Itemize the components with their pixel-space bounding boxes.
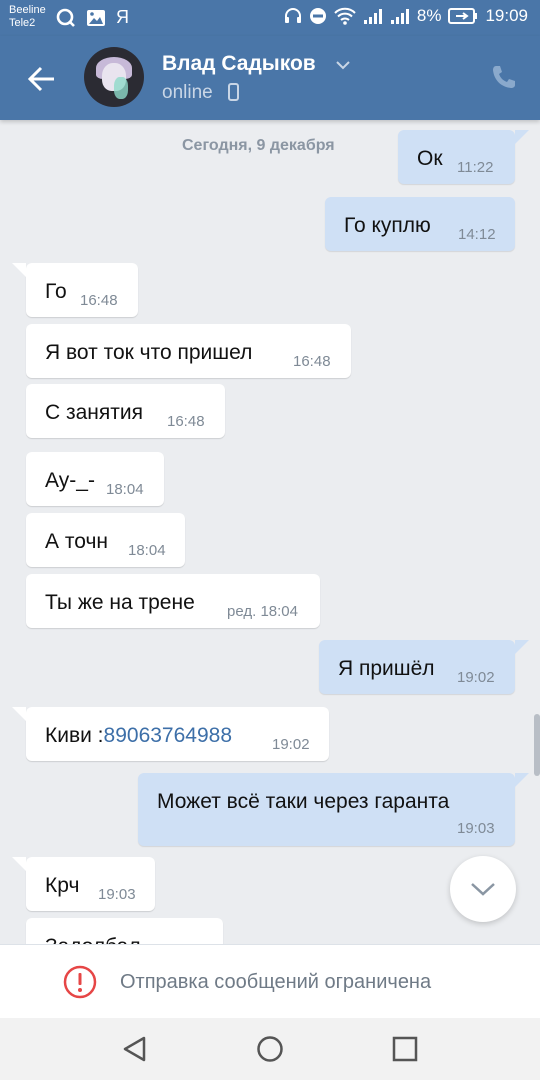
nav-recents-icon[interactable] (392, 1036, 418, 1067)
restriction-message: Отправка сообщений ограничена (120, 971, 432, 993)
gallery-icon (86, 9, 106, 27)
system-status: 8% 19:09 (284, 6, 528, 26)
message-text: Ты же на трене (45, 591, 195, 614)
contact-name[interactable]: Влад Садыков (162, 52, 316, 76)
avatar[interactable] (84, 47, 144, 107)
warning-icon (63, 965, 97, 1004)
message-outgoing[interactable]: Го куплю 14:12 (325, 197, 515, 251)
signal-1-icon (363, 7, 383, 25)
online-status: online (162, 82, 213, 103)
message-time: 16:48 (293, 353, 331, 370)
battery-percent: 8% (416, 6, 442, 25)
bubble-tail (515, 773, 529, 787)
wifi-icon (334, 7, 356, 25)
notification-icons: Я (56, 7, 129, 28)
message-text: С занятия (45, 401, 143, 424)
chevron-down-icon[interactable] (335, 58, 351, 76)
message-text: Ау-_- (45, 469, 95, 492)
message-time: 19:02 (272, 736, 310, 753)
message-text: Ок (417, 147, 443, 170)
battery-charging-icon (448, 8, 478, 24)
avatar-accent (114, 77, 128, 99)
message-outgoing[interactable]: Может всё таки через гаранта 19:03 (138, 773, 515, 846)
carrier-2: Tele2 (9, 17, 36, 29)
scrollbar[interactable] (534, 714, 540, 776)
message-text: Может всё таки через гаранта (157, 790, 450, 813)
message-time: 19:03 (98, 886, 136, 903)
message-incoming[interactable]: Задолбал (26, 918, 223, 944)
message-time: 19:02 (457, 669, 495, 686)
message-text: Я пришёл (338, 657, 435, 680)
message-incoming[interactable]: Ты же на трене ред. 18:04 (26, 574, 320, 628)
bubble-tail (515, 640, 529, 654)
message-incoming[interactable]: С занятия 16:48 (26, 384, 225, 438)
message-incoming[interactable]: Киви :89063764988 19:02 (26, 707, 329, 761)
date-separator: Сегодня, 9 декабря (182, 137, 335, 154)
headphones-icon (284, 7, 302, 25)
phone-number-link[interactable]: 89063764988 (104, 724, 232, 747)
message-time: ред. 18:04 (227, 603, 298, 620)
back-arrow-icon[interactable] (26, 63, 58, 95)
message-time: 19:03 (457, 820, 495, 837)
phone-call-icon[interactable] (490, 63, 518, 96)
bubble-tail (12, 707, 26, 721)
message-text: Го (45, 280, 67, 303)
nav-home-icon[interactable] (256, 1035, 284, 1068)
dnd-icon (309, 7, 327, 25)
yandex-icon: Я (116, 7, 129, 27)
message-incoming[interactable]: Го 16:48 (26, 263, 138, 317)
message-text: Задолбал (45, 935, 141, 944)
message-time: 18:04 (106, 481, 144, 498)
message-time: 16:48 (167, 413, 205, 430)
message-time: 18:04 (128, 542, 166, 559)
message-text: Киви :89063764988 (45, 724, 232, 748)
clock: 19:09 (485, 6, 528, 25)
message-list[interactable]: Сегодня, 9 декабря Ок 11:22 Го куплю 14:… (0, 120, 540, 944)
message-text: Я вот ток что пришел (45, 341, 253, 364)
messaging-restricted-bar: Отправка сообщений ограничена (0, 944, 540, 1018)
carrier-names: Beeline Tele2 (9, 4, 46, 30)
bubble-tail (12, 857, 26, 871)
message-time: 16:48 (80, 292, 118, 309)
signal-2-icon (390, 7, 410, 25)
chat-header: Влад Садыков online (0, 36, 540, 120)
message-outgoing[interactable]: Я пришёл 19:02 (319, 640, 515, 694)
nav-back-icon[interactable] (121, 1035, 149, 1068)
chevron-down-icon (470, 881, 496, 897)
bubble-tail (515, 130, 529, 144)
message-time: 14:12 (458, 226, 496, 243)
mobile-icon (228, 83, 239, 101)
message-incoming[interactable]: Крч 19:03 (26, 857, 155, 911)
carrier-1: Beeline (9, 4, 46, 16)
system-navigation-bar (0, 1018, 540, 1080)
message-text: А точн (45, 530, 108, 553)
message-text: Крч (45, 874, 80, 897)
message-text-prefix: Киви : (45, 724, 104, 747)
bubble-tail (12, 263, 26, 277)
message-time: 11:22 (457, 159, 494, 176)
message-incoming[interactable]: Я вот ток что пришел 16:48 (26, 324, 351, 378)
status-bar: Beeline Tele2 Я 8% 19:09 (0, 0, 540, 36)
message-incoming[interactable]: А точн 18:04 (26, 513, 185, 567)
message-incoming[interactable]: Ау-_- 18:04 (26, 452, 164, 506)
message-outgoing[interactable]: Ок 11:22 (398, 130, 515, 184)
q-app-icon (56, 8, 76, 28)
scroll-to-bottom-button[interactable] (450, 856, 516, 922)
message-text: Го куплю (344, 214, 431, 237)
